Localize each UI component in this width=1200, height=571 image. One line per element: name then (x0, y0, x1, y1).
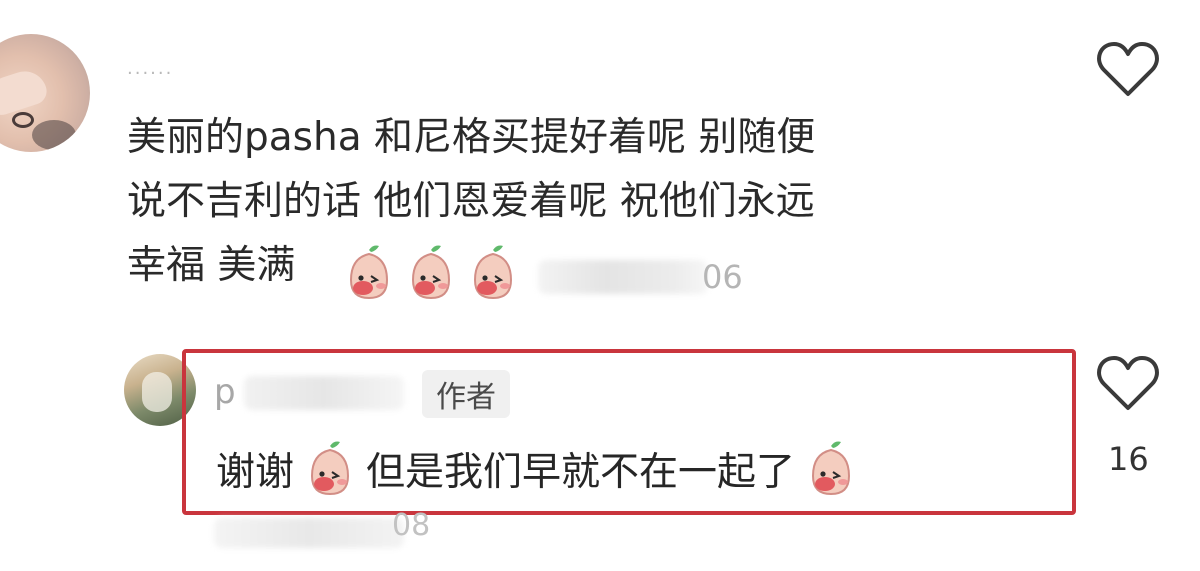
peach-emoji-icon (411, 245, 451, 300)
comment-line-1: 美丽的pasha 和尼格买提好着呢 别随便 (127, 115, 816, 160)
comment-line-3: 幸福 美满 (127, 243, 296, 288)
peach-emoji-icon (812, 441, 851, 496)
commenter-avatar[interactable] (0, 34, 90, 152)
heart-outline-icon[interactable] (1096, 40, 1160, 98)
reply-text-before: 谢谢 (216, 450, 295, 495)
reply-text: 谢谢 但是我们早就不在一起了 (216, 440, 859, 498)
reply-username[interactable]: p (214, 372, 236, 412)
reply-username-blurred (244, 376, 404, 410)
like-count: 16 (1108, 440, 1149, 478)
reply-text-middle: 但是我们早就不在一起了 (366, 450, 796, 495)
author-badge: 作者 (422, 370, 510, 418)
peach-emoji-icon (311, 441, 350, 496)
comment-date-suffix: 06 (702, 258, 743, 296)
comment-date-blurred (538, 260, 708, 294)
peach-emoji-icon (349, 245, 389, 300)
reply-date-suffix: 08 (392, 508, 431, 543)
comment-emoji-row (341, 244, 521, 302)
comment-line-2: 说不吉利的话 他们恩爱着呢 祝他们永远 (127, 179, 815, 224)
avatar-hand (0, 65, 51, 119)
peach-emoji-icon (473, 245, 513, 300)
reply-date-blurred (214, 518, 404, 548)
heart-outline-icon[interactable] (1096, 354, 1160, 412)
avatar-detail (142, 372, 172, 412)
avatar-ring (12, 112, 34, 128)
avatar-shade (32, 120, 76, 150)
commenter-username[interactable]: ...... (127, 58, 173, 79)
